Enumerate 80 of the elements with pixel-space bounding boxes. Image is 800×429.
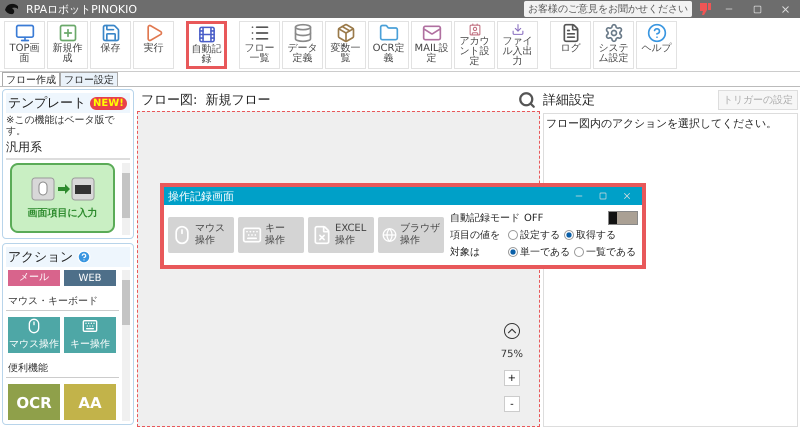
toolbar-icon (560, 23, 580, 43)
keyboard-icon (82, 318, 98, 334)
zoom-level: 75% (500, 349, 523, 360)
toolbar-button[interactable]: OCR定義 (368, 21, 409, 69)
new-badge: NEW! (90, 96, 127, 110)
record-button[interactable]: マウス 操作 (168, 217, 234, 253)
toolbar-icon (100, 23, 120, 43)
toolbar-icon (378, 23, 398, 43)
option-label: 対象は (450, 246, 481, 259)
tab[interactable]: フロー設定 (60, 72, 118, 86)
record-button-label: 操作 (335, 235, 355, 247)
mouse-icon (26, 318, 42, 334)
group-heading: 便利機能 (6, 359, 119, 378)
help-icon[interactable] (77, 250, 91, 264)
toolbar-button[interactable]: ログ (550, 21, 591, 69)
panel-title: アクション (8, 249, 73, 266)
radio-option[interactable]: 取得する (564, 228, 616, 242)
toolbar-icon (422, 23, 442, 43)
record-button-label: 操作 (265, 235, 285, 247)
mode-label: 自動記録モード (450, 212, 520, 225)
toolbar-icon (604, 23, 624, 43)
flow-title: フロー図: 新規フロー (141, 92, 271, 109)
panel-title: テンプレート (8, 95, 86, 112)
toolbar-icon (292, 23, 312, 43)
scroll-up-icon[interactable] (504, 323, 520, 339)
toolbar-button[interactable]: 新規作成 (47, 21, 88, 69)
toolbar-button[interactable]: ファイル入出力 (497, 21, 538, 69)
record-button[interactable]: キー 操作 (238, 217, 304, 253)
mouse-to-keyboard-drawing (30, 176, 94, 200)
search-icon[interactable] (518, 91, 536, 109)
action-tile[interactable]: WEB (64, 270, 116, 286)
mode-toggle[interactable] (608, 211, 638, 225)
toolbar-icon (196, 25, 216, 44)
toolbar-button[interactable]: データ定義 (282, 21, 323, 69)
toolbar-button[interactable]: 変数一覧 (325, 21, 366, 69)
toolbar-button[interactable]: フロー一覧 (239, 21, 280, 69)
template-card-label: 画面項目に入力 (28, 206, 98, 220)
close-icon[interactable] (780, 4, 790, 14)
thumbs-down-icon[interactable] (698, 2, 712, 16)
toolbar-button[interactable]: MAIL設定 (411, 21, 452, 69)
toolbar-icon (58, 23, 78, 43)
restore-icon[interactable] (752, 4, 762, 14)
record-button-label: EXCEL (335, 223, 366, 235)
category-heading: 汎用系 (6, 137, 130, 160)
record-icon (382, 225, 397, 245)
zoom-out-button[interactable]: - (504, 396, 520, 412)
scrollbar[interactable] (122, 163, 130, 235)
record-icon (312, 225, 332, 245)
logo-icon (4, 2, 20, 16)
record-icon (242, 225, 262, 245)
details-title: 詳細設定 (543, 92, 595, 109)
window-title: RPAロボットPINOKIO (26, 2, 138, 16)
record-button-label: ブラウザ (400, 223, 440, 235)
toolbar-button[interactable]: 実行 (133, 21, 174, 69)
record-button-label: 操作 (195, 235, 215, 247)
close-icon[interactable] (622, 191, 632, 201)
record-button[interactable]: ブラウザ 操作 (378, 217, 444, 253)
tab[interactable]: フロー作成 (2, 72, 60, 86)
option-label: 項目の値を (450, 229, 501, 242)
toolbar-button[interactable]: システム設定 (593, 21, 634, 69)
zoom-in-button[interactable]: + (504, 370, 520, 386)
toolbar-button[interactable]: ヘルプ (636, 21, 677, 69)
toolbar-icon (14, 23, 34, 43)
maximize-icon[interactable] (599, 192, 607, 200)
toolbar-button[interactable]: アカウント設定 (454, 21, 495, 69)
record-button-label: マウス (195, 223, 225, 235)
toolbar-icon (336, 23, 356, 43)
toolbar-button[interactable]: 保存 (90, 21, 131, 69)
dialog-title: 操作記録画面 (168, 188, 235, 204)
record-button-label: キー (265, 223, 285, 235)
record-button-label: 操作 (400, 235, 420, 247)
toolbar-icon (646, 23, 666, 43)
radio-option[interactable]: 一覧である (574, 245, 636, 259)
feedback-link[interactable]: お客様のご意見をお聞かせください (524, 1, 692, 17)
toolbar-button[interactable]: 自動記録 (186, 21, 227, 69)
group-heading: マウス・キーボード (6, 292, 119, 311)
toolbar-button[interactable]: TOP画面 (4, 21, 45, 69)
scrollbar[interactable] (122, 270, 130, 421)
record-button[interactable]: EXCEL 操作 (308, 217, 374, 253)
beta-note: ※この機能はベータ版です。 (6, 115, 116, 137)
